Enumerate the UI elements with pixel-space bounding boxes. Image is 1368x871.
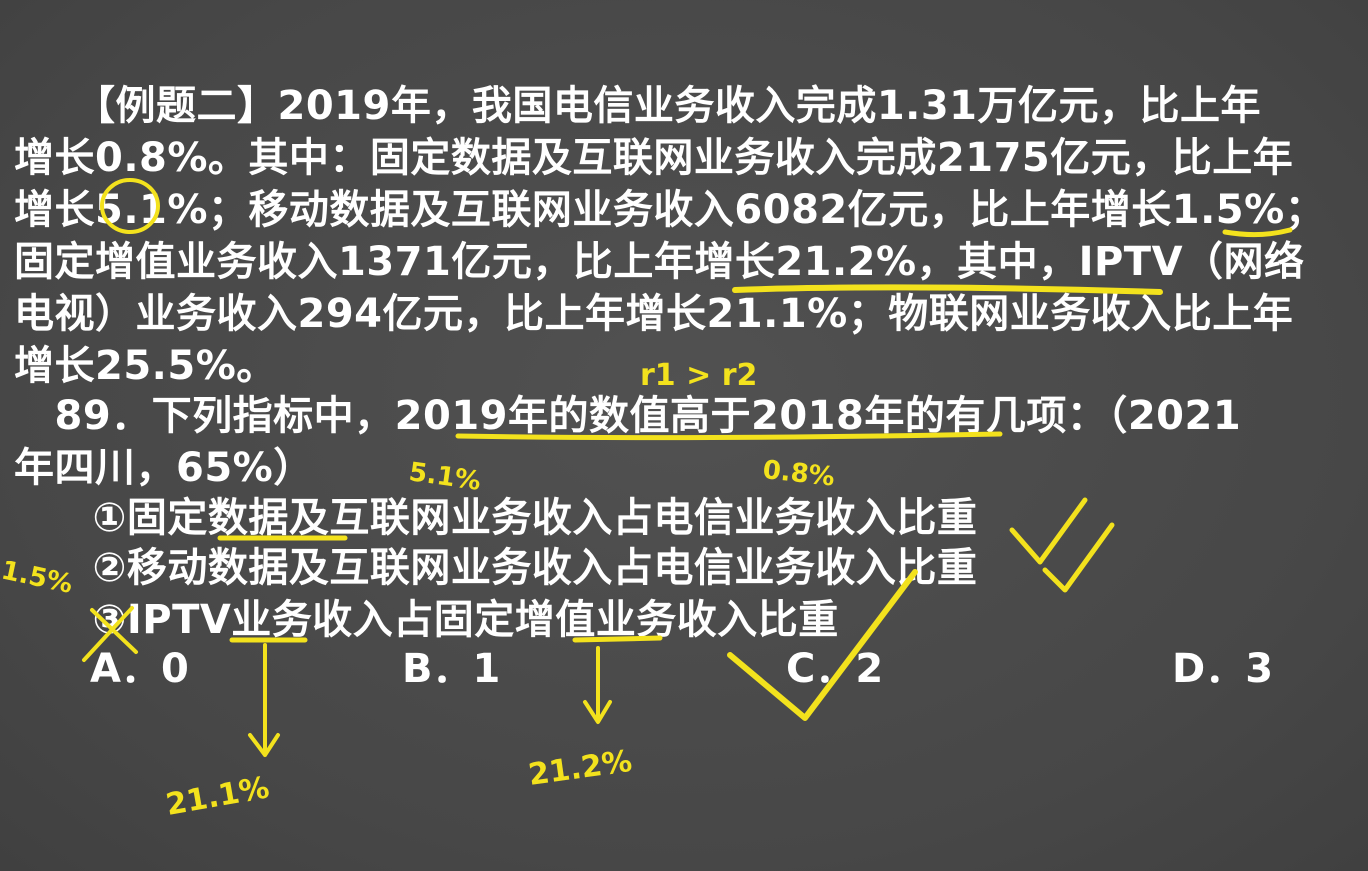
passage-line-6: 增长25.5%。	[14, 343, 277, 389]
note-0-8: 0.8%	[761, 455, 836, 492]
checkmark-item-1	[1009, 497, 1088, 565]
question-item-1: ①固定数据及互联网业务收入占电信业务收入比重	[52, 495, 978, 541]
slide: 【例题二】2019年，我国电信业务收入完成1.31万亿元，比上年 增长0.8%。…	[0, 0, 1368, 871]
note-21-2: 21.2%	[526, 744, 634, 793]
question-item-3: ③IPTV业务收入占固定增值业务收入比重	[52, 597, 839, 643]
question-stem-line-2: 年四川，65%）	[14, 445, 314, 491]
note-top-comparison: r1 > r2	[640, 358, 757, 393]
option-c: C．2	[786, 646, 884, 692]
note-5-1: 5.1%	[407, 457, 483, 497]
passage-line-2: 增长0.8%。其中：固定数据及互联网业务收入完成2175亿元，比上年	[14, 135, 1294, 181]
note-21-1: 21.1%	[163, 770, 272, 823]
passage-line-3: 增长5.1%；移动数据及互联网业务收入6082亿元，比上年增长1.5%；	[14, 187, 1326, 233]
passage-line-4: 固定增值业务收入1371亿元，比上年增长21.2%，其中，IPTV（网络	[14, 239, 1305, 285]
arrow-down-left	[248, 643, 280, 757]
checkmark-item-2	[1042, 522, 1115, 593]
option-b: B．1	[402, 646, 501, 692]
question-item-2: ②移动数据及互联网业务收入占电信业务收入比重	[52, 545, 978, 591]
arrow-down-right	[583, 646, 612, 724]
option-a: A．0	[90, 646, 189, 692]
passage-line-1: 【例题二】2019年，我国电信业务收入完成1.31万亿元，比上年	[14, 83, 1262, 129]
question-stem-line-1: 89．下列指标中，2019年的数值高于2018年的有几项：（2021	[14, 393, 1242, 439]
option-d: D．3	[1172, 646, 1274, 692]
passage-line-5: 电视）业务收入294亿元，比上年增长21.1%；物联网业务收入比上年	[14, 291, 1294, 337]
